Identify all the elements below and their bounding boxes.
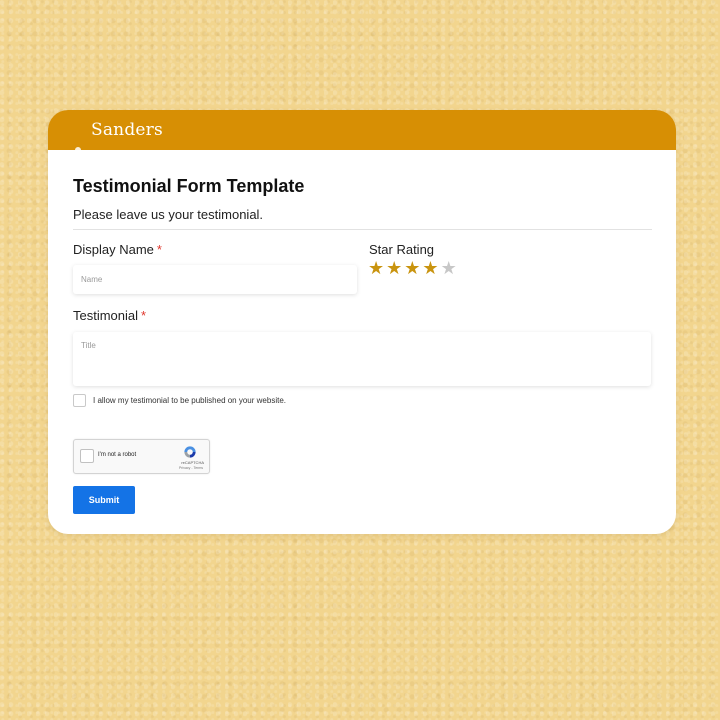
consent-checkbox[interactable] [73, 394, 86, 407]
display-name-label-text: Display Name [73, 242, 154, 257]
consent-row: I allow my testimonial to be published o… [73, 394, 286, 407]
recaptcha-terms: Privacy - Terms [178, 466, 203, 470]
required-mark: * [141, 308, 147, 323]
recaptcha-widget: I'm not a robot reCAPTCHA Privacy - Term… [73, 439, 210, 474]
testimonial-label-text: Testimonial [73, 308, 139, 323]
recaptcha-brand: reCAPTCHA [181, 460, 204, 465]
form-title: Testimonial Form Template [73, 176, 305, 196]
recaptcha-label: I'm not a robot [98, 452, 137, 458]
star-rating: ★ ★ ★ ★ ★ [368, 258, 457, 278]
brand-logo-text: Sanders [91, 120, 163, 140]
recaptcha-checkbox[interactable] [80, 449, 94, 463]
divider [73, 229, 652, 230]
display-name-input[interactable] [73, 265, 357, 294]
testimonial-label: Testimonial * [73, 308, 146, 323]
star-2-icon[interactable]: ★ [386, 258, 402, 278]
recaptcha-icon [184, 446, 196, 458]
brand-mark-icon [75, 147, 81, 151]
consent-label: I allow my testimonial to be published o… [93, 396, 286, 405]
submit-button[interactable]: Submit [73, 486, 135, 514]
star-3-icon[interactable]: ★ [404, 258, 420, 278]
star-rating-label: Star Rating [369, 242, 435, 257]
star-5-icon[interactable]: ★ [441, 258, 457, 278]
testimonial-card: Sanders Testimonial Form Template Please… [48, 110, 676, 534]
star-1-icon[interactable]: ★ [368, 258, 384, 278]
star-4-icon[interactable]: ★ [422, 258, 438, 278]
form-subtitle: Please leave us your testimonial. [73, 207, 264, 222]
display-name-label: Display Name * [73, 242, 162, 257]
testimonial-input[interactable] [73, 332, 651, 386]
card-header: Sanders [48, 110, 676, 151]
required-mark: * [156, 242, 162, 257]
